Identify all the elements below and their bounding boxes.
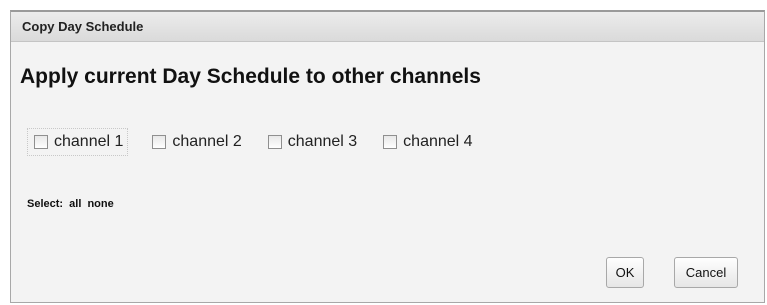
channel-1-label: channel 1: [54, 133, 124, 150]
channel-4-checkbox[interactable]: [383, 135, 398, 149]
channel-4-label: channel 4: [403, 133, 473, 150]
channel-1-checkbox[interactable]: [34, 135, 48, 149]
channel-option-4[interactable]: channel 4: [377, 131, 474, 153]
channel-list: channel 1 channel 2 channel 3 channel 4: [27, 124, 475, 160]
channel-option-1[interactable]: channel 1: [27, 128, 129, 156]
channel-option-3[interactable]: channel 3: [262, 131, 359, 153]
select-row: Select: all none: [27, 198, 114, 210]
select-label: Select:: [27, 198, 64, 210]
cancel-button[interactable]: Cancel: [674, 257, 738, 288]
channel-3-checkbox[interactable]: [267, 135, 282, 149]
channel-2-label: channel 2: [172, 133, 242, 150]
select-none-link[interactable]: none: [87, 198, 113, 210]
dialog-heading: Apply current Day Schedule to other chan…: [20, 65, 481, 88]
select-all-link[interactable]: all: [69, 198, 81, 210]
channel-2-checkbox[interactable]: [152, 135, 167, 149]
channel-option-2[interactable]: channel 2: [146, 131, 243, 153]
dialog-title-bar[interactable]: Copy Day Schedule: [11, 12, 764, 42]
ok-button[interactable]: OK: [606, 257, 644, 288]
copy-day-schedule-dialog: Copy Day Schedule Apply current Day Sche…: [10, 10, 765, 303]
channel-3-label: channel 3: [287, 133, 358, 150]
dialog-title: Copy Day Schedule: [22, 19, 144, 34]
